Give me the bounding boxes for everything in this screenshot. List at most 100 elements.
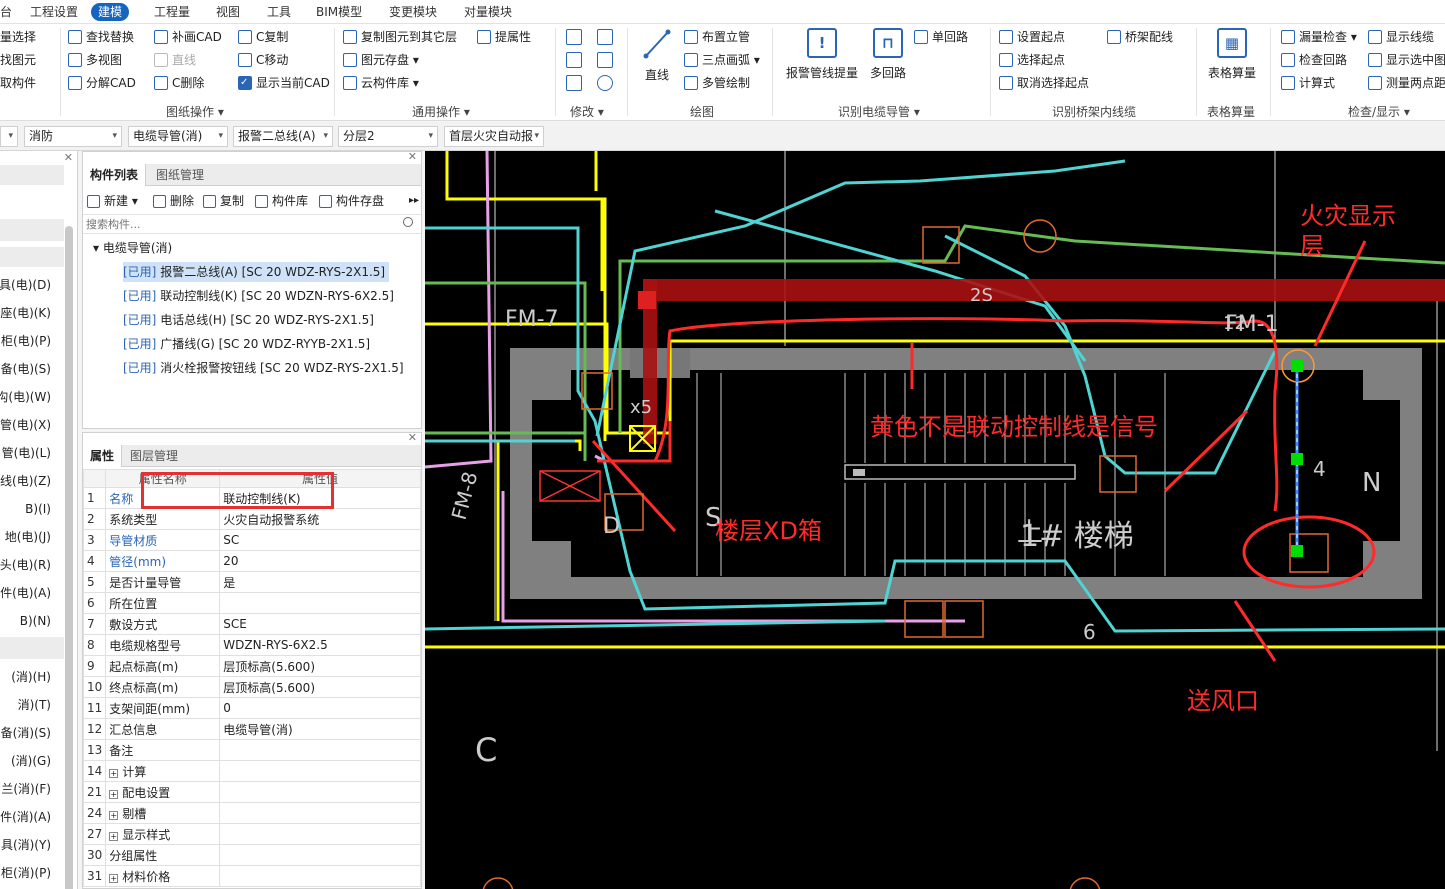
close-icon[interactable]: ✕ <box>408 150 417 163</box>
line-tool-button[interactable]: 直线 <box>154 51 196 69</box>
search-icon[interactable] <box>403 217 413 227</box>
tree-root[interactable]: ▾ 电缆导管(消) <box>93 238 172 258</box>
grip-point[interactable] <box>1291 453 1303 465</box>
property-value[interactable]: WDZN-RYS-6X2.5 <box>219 634 421 656</box>
property-row[interactable]: 14 + 计算 <box>83 760 421 782</box>
component-type-select[interactable]: 电缆导管(消) <box>128 126 228 147</box>
property-row[interactable]: 21 + 配电设置 <box>83 781 421 803</box>
expand-plus-icon[interactable]: + <box>109 768 119 778</box>
property-value[interactable]: 层顶标高(5.600) <box>219 655 421 677</box>
c-move-button[interactable]: C移动 <box>238 51 288 69</box>
category-item[interactable]: 座(电)(K) <box>0 303 51 323</box>
copy-icon[interactable] <box>566 29 582 45</box>
multi-pipe-draw-button[interactable]: 多管绘制 <box>684 74 750 92</box>
element-store-button[interactable]: 图元存盘 ▾ <box>343 51 419 69</box>
vertical-pipe-button[interactable]: 布置立管 <box>684 28 750 46</box>
menu-tab-reconcile-module[interactable]: 对量模块 <box>464 3 512 21</box>
property-value[interactable] <box>219 865 421 887</box>
property-row[interactable]: 31 + 材料价格 <box>83 865 421 887</box>
ribbon-find-element[interactable]: 找图元 <box>0 51 36 69</box>
category-item[interactable]: 管(电)(X) <box>0 415 51 435</box>
property-row[interactable]: 4 管径(mm) 20 <box>83 550 421 572</box>
property-row[interactable]: 30 分组属性 <box>83 844 421 866</box>
menu-tab-modeling[interactable]: 建模 <box>91 3 130 21</box>
triangle-icon[interactable] <box>597 52 613 68</box>
tab-component-list[interactable]: 构件列表 <box>83 164 147 186</box>
property-row[interactable]: 2 系统类型 火灾自动报警系统 <box>83 508 421 530</box>
grip-point[interactable] <box>1291 360 1303 372</box>
check-loop-button[interactable]: 检查回路 <box>1281 51 1347 69</box>
menu-tab-0[interactable]: 台 <box>0 3 12 21</box>
close-icon[interactable]: ✕ <box>408 433 417 444</box>
expand-plus-icon[interactable]: + <box>109 789 119 799</box>
property-value[interactable]: 20 <box>219 550 421 572</box>
tab-drawing-management[interactable]: 图纸管理 <box>149 164 211 186</box>
property-row[interactable]: 13 备注 <box>83 739 421 761</box>
mirror-icon[interactable] <box>597 29 613 45</box>
copy-component-button[interactable]: 复制 <box>203 192 244 210</box>
menu-tab-bim-model[interactable]: BIM模型 <box>316 3 362 21</box>
category-item[interactable]: 柜(电)(P) <box>1 331 51 351</box>
property-value[interactable] <box>219 802 421 824</box>
show-current-cad-checkbox[interactable]: 显示当前CAD <box>238 74 330 92</box>
category-item[interactable]: 件(电)(A) <box>0 583 51 603</box>
property-row[interactable]: 9 起点标高(m) 层顶标高(5.600) <box>83 655 421 677</box>
component-tree-item[interactable]: [已用] 消火栓报警按钮线 [SC 20 WDZ-RYS-2X1.5] <box>123 358 408 378</box>
delete-component-button[interactable]: 删除 <box>153 192 194 210</box>
close-icon[interactable]: ✕ <box>64 151 73 164</box>
property-row[interactable]: 7 敷设方式 SCE <box>83 613 421 635</box>
category-item[interactable]: B)(I) <box>25 499 51 519</box>
property-row[interactable]: 6 所在位置 <box>83 592 421 614</box>
draw-line-button[interactable]: 直线 <box>637 28 677 83</box>
more-icon[interactable]: ▸▸ <box>409 192 419 210</box>
move-icon[interactable] <box>566 52 582 68</box>
expand-plus-icon[interactable]: + <box>109 831 119 841</box>
component-tree-item[interactable]: [已用] 报警二总线(A) [SC 20 WDZ-RYS-2X1.5] <box>123 262 390 282</box>
rotate-icon[interactable] <box>597 75 613 91</box>
property-value[interactable] <box>219 844 421 866</box>
menu-tab-view[interactable]: 视图 <box>216 3 240 21</box>
category-item[interactable]: (消)(H) <box>11 667 51 687</box>
property-value[interactable] <box>219 739 421 761</box>
property-row[interactable]: 5 是否计量导管 是 <box>83 571 421 593</box>
new-component-button[interactable]: 新建 ▾ <box>87 192 138 210</box>
property-value[interactable]: SC <box>219 529 421 551</box>
component-library-button[interactable]: 构件库 <box>255 192 308 210</box>
search-input[interactable] <box>83 215 383 233</box>
tab-layer-management[interactable]: 图层管理 <box>123 445 185 467</box>
category-item[interactable]: 具(消)(Y) <box>1 835 51 855</box>
specialty-select[interactable]: 消防 <box>24 126 122 147</box>
property-row[interactable]: 8 电缆规格型号 WDZN-RYS-6X2.5 <box>83 634 421 656</box>
leak-check-button[interactable]: 漏量检查 ▾ <box>1281 28 1357 46</box>
lift-props-button[interactable]: 提属性 <box>477 28 531 46</box>
property-value[interactable] <box>219 760 421 782</box>
menu-tab-change-module[interactable]: 变更模块 <box>389 3 437 21</box>
ribbon-batch-select[interactable]: 量选择 <box>0 28 36 46</box>
property-value[interactable]: 电缆导管(消) <box>219 718 421 740</box>
layer-select[interactable]: 分层2 <box>338 126 438 147</box>
category-item[interactable]: 件(消)(A) <box>0 807 51 827</box>
property-value[interactable] <box>219 592 421 614</box>
tab-properties[interactable]: 属性 <box>83 445 123 467</box>
property-value[interactable] <box>219 823 421 845</box>
menu-tab-quantity[interactable]: 工程量 <box>154 3 190 21</box>
component-tree-item[interactable]: [已用] 联动控制线(K) [SC 20 WDZN-RYS-6X2.5] <box>123 286 398 306</box>
category-item[interactable]: B)(N) <box>20 611 51 631</box>
select-start-button[interactable]: 选择起点 <box>999 51 1065 69</box>
property-row[interactable]: 10 终点标高(m) 层顶标高(5.600) <box>83 676 421 698</box>
formula-button[interactable]: 计算式 <box>1281 74 1335 92</box>
component-tree-item[interactable]: [已用] 电话总线(H) [SC 20 WDZ-RYS-2X1.5] <box>123 310 378 330</box>
decompose-cad-button[interactable]: 分解CAD <box>68 74 136 92</box>
c-copy-button[interactable]: C复制 <box>238 28 288 46</box>
property-value[interactable]: 是 <box>219 571 421 593</box>
find-replace-button[interactable]: 查找替换 <box>68 28 134 46</box>
c-delete-button[interactable]: C删除 <box>154 74 204 92</box>
category-scrollbar[interactable] <box>65 226 73 889</box>
multi-loop-button[interactable]: ⊓ 多回路 <box>866 28 910 81</box>
property-value[interactable]: 火灾自动报警系统 <box>219 508 421 530</box>
property-value[interactable]: SCE <box>219 613 421 635</box>
table-calc-button[interactable]: ▦ 表格算量 <box>1204 28 1260 81</box>
category-item[interactable]: 消)(T) <box>18 695 51 715</box>
property-value[interactable]: 0 <box>219 697 421 719</box>
category-item[interactable]: 头(电)(R) <box>0 555 51 575</box>
